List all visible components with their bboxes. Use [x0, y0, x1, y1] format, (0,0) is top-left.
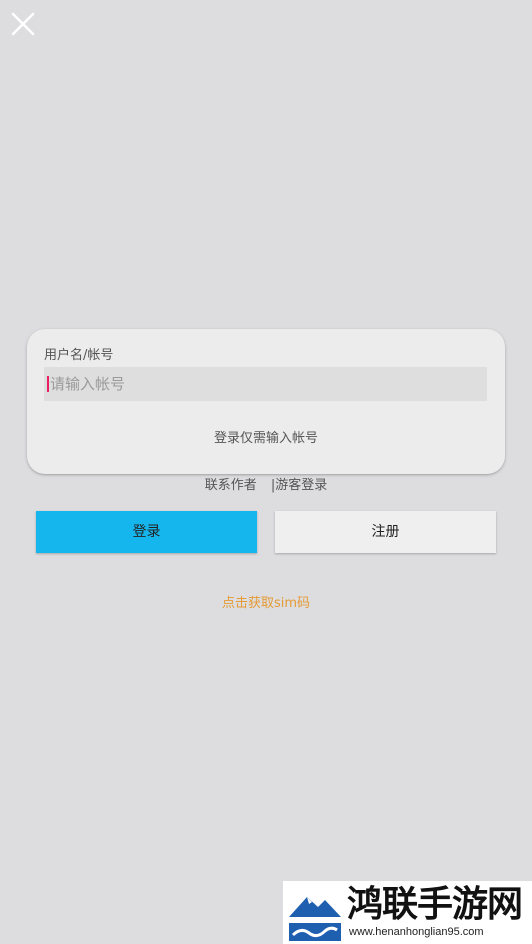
- contact-author-link[interactable]: 联系作者: [205, 478, 257, 493]
- login-button[interactable]: 登录: [36, 511, 257, 553]
- account-input[interactable]: [44, 367, 487, 401]
- close-icon: [11, 12, 35, 36]
- account-input-container: [44, 367, 487, 401]
- secondary-links: 联系作者 |游客登录: [0, 477, 532, 495]
- login-hint: 登录仅需输入帐号: [213, 431, 318, 446]
- text-caret: [47, 376, 49, 392]
- watermark-title: 鸿联手游网: [347, 883, 523, 925]
- get-sim-code-link[interactable]: 点击获取sim码: [0, 595, 532, 613]
- register-button[interactable]: 注册: [275, 511, 496, 553]
- watermark-url: www.henanhonglian95.com: [349, 926, 484, 938]
- site-logo-icon: [285, 883, 343, 942]
- guest-login-link[interactable]: 游客登录: [275, 478, 327, 493]
- watermark-banner: 鸿联手游网 www.henanhonglian95.com: [283, 881, 532, 944]
- login-card: 用户名/帐号 登录仅需输入帐号: [27, 329, 505, 474]
- username-label: 用户名/帐号: [44, 348, 114, 363]
- close-button[interactable]: [8, 9, 38, 39]
